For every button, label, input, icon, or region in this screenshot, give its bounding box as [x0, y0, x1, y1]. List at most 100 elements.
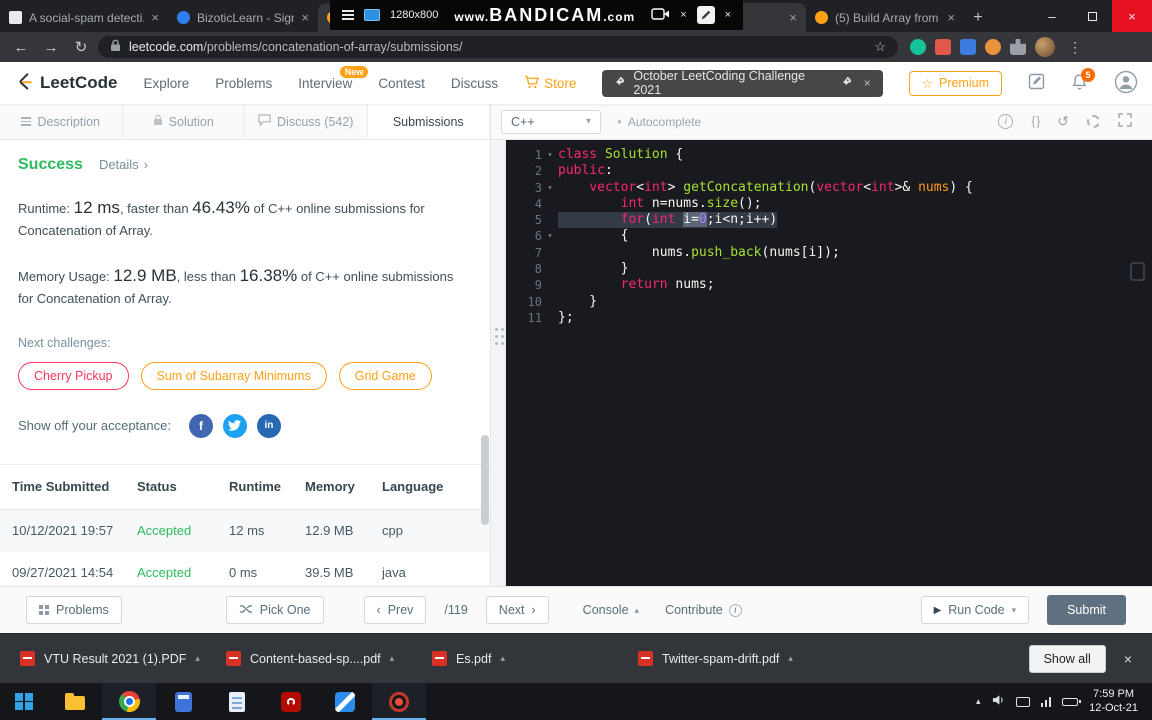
download-item[interactable]: Twitter-spam-drift.pdf ▴ [638, 651, 826, 666]
facebook-icon[interactable]: f [188, 413, 213, 438]
close-window-button[interactable]: × [1112, 0, 1152, 32]
minimize-button[interactable]: – [1032, 0, 1072, 32]
playground-icon[interactable] [1028, 73, 1045, 93]
code-line[interactable]: 8 } [506, 261, 1152, 277]
fold-arrow-icon[interactable]: ▾ [542, 228, 558, 244]
reset-code-icon[interactable]: ↺ [1057, 113, 1069, 130]
contribute-link[interactable]: Contribute i [665, 603, 742, 617]
acrobat-icon[interactable] [264, 683, 318, 720]
bookmark-star-icon[interactable]: ☆ [874, 39, 886, 55]
code-editor[interactable]: 1 ▾ class Solution {2 public: 3 ▾ vector<int>… [506, 140, 1152, 586]
submit-button[interactable]: Submit [1047, 595, 1126, 625]
address-bar[interactable]: leetcode.com/problems/concatenation-of-a… [98, 36, 898, 58]
tray-expand-icon[interactable]: ▴ [976, 696, 981, 707]
twitter-icon[interactable] [222, 413, 247, 438]
submission-row[interactable]: 10/12/2021 19:57 Accepted 12 ms 12.9 MB cpp [0, 509, 490, 552]
fold-arrow-icon[interactable]: ▾ [542, 147, 558, 163]
panel-scrollbar-thumb[interactable] [481, 435, 489, 525]
info-icon[interactable]: i [998, 114, 1014, 129]
back-button[interactable]: ← [8, 39, 34, 56]
download-item[interactable]: Es.pdf ▴ [432, 651, 620, 666]
camera-icon[interactable] [651, 6, 670, 24]
pick-one-button[interactable]: Pick One [225, 596, 324, 624]
submission-row[interactable]: 09/27/2021 14:54 Accepted 0 ms 39.5 MB java [0, 552, 490, 586]
browser-tab-1[interactable]: A social-spam detecti... × [0, 3, 168, 32]
code-line[interactable]: 4 int n=nums.size(); [506, 196, 1152, 212]
copy-code-icon[interactable] [1130, 262, 1145, 281]
download-item[interactable]: VTU Result 2021 (1).PDF ▴ [20, 651, 208, 666]
start-button[interactable] [0, 683, 48, 720]
tab-close-icon[interactable]: × [151, 11, 159, 24]
bandicam-recorder-icon[interactable] [372, 683, 426, 720]
hamburger-icon[interactable] [342, 10, 354, 20]
challenge-pill[interactable]: Grid Game [338, 361, 432, 390]
next-button[interactable]: Next › [485, 596, 549, 624]
tab-discuss[interactable]: Discuss (542) [245, 104, 368, 139]
download-menu-caret[interactable]: ▴ [195, 653, 200, 664]
close-downloads-icon[interactable]: × [1124, 651, 1132, 667]
browser-profile-avatar[interactable] [1035, 37, 1055, 57]
banner-close-icon[interactable]: × [864, 76, 871, 90]
code-line[interactable]: 6 ▾ { [506, 228, 1152, 244]
download-menu-caret[interactable]: ▴ [788, 653, 793, 664]
fullscreen-icon[interactable] [1118, 113, 1132, 130]
file-explorer-icon[interactable] [48, 683, 102, 720]
vscode-icon[interactable] [318, 683, 372, 720]
browser-tab-2[interactable]: BizoticLearn - Sign In × [168, 3, 318, 32]
extensions-puzzle-icon[interactable] [1010, 39, 1026, 55]
problems-button[interactable]: Problems [26, 596, 122, 624]
battery-icon[interactable] [1062, 697, 1081, 706]
details-link[interactable]: Details › [99, 157, 148, 172]
tab-close-icon[interactable]: × [789, 11, 797, 24]
chrome-icon[interactable] [102, 683, 156, 720]
taskbar-clock[interactable]: 7:59 PM 12-Oct-21 [1089, 688, 1138, 715]
new-tab-button[interactable]: + [964, 4, 992, 32]
browser-menu-icon[interactable]: ⋮ [1064, 39, 1086, 56]
settings-gear-icon[interactable] [1087, 115, 1100, 128]
challenge-pill[interactable]: Sum of Subarray Minimums [140, 361, 327, 390]
submission-cell[interactable]: Accepted [137, 523, 229, 538]
nav-interview[interactable]: Interview New [298, 65, 369, 91]
tab-solution[interactable]: Solution [123, 104, 245, 139]
nav-explore[interactable]: Explore [143, 76, 189, 91]
code-line[interactable]: 2 public: [506, 163, 1152, 179]
submission-cell[interactable]: Accepted [137, 565, 229, 580]
user-avatar[interactable] [1114, 70, 1138, 97]
download-item[interactable]: Content-based-sp....pdf ▴ [226, 651, 414, 666]
prev-button[interactable]: ‹ Prev [363, 596, 427, 624]
signal-icon[interactable] [1040, 696, 1052, 707]
reload-button[interactable]: ↻ [68, 38, 94, 56]
download-menu-caret[interactable]: ▴ [500, 653, 505, 664]
download-menu-caret[interactable]: ▴ [390, 653, 395, 664]
console-toggle[interactable]: Console ▴ [583, 603, 639, 617]
code-line[interactable]: 9 return nums; [506, 277, 1152, 293]
pencil-icon[interactable] [696, 6, 715, 24]
panel-resize-divider[interactable] [490, 140, 506, 586]
code-line[interactable]: 7 nums.push_back(nums[i]); [506, 245, 1152, 261]
fold-arrow-icon[interactable]: ▾ [542, 180, 558, 196]
document-app-icon[interactable] [210, 683, 264, 720]
challenge-pill[interactable]: Cherry Pickup [18, 361, 129, 390]
code-line[interactable]: 5 for(int i=0;i<n;i++) [506, 212, 1152, 229]
challenge-banner[interactable]: October LeetCoding Challenge 2021 × [602, 69, 883, 97]
maximize-button[interactable] [1072, 0, 1112, 32]
extension-orange-icon[interactable] [985, 39, 1001, 55]
volume-icon[interactable] [992, 694, 1005, 709]
network-icon[interactable] [1015, 696, 1030, 707]
language-select[interactable]: C++ ▾ [501, 109, 601, 134]
forward-button[interactable]: → [38, 39, 64, 56]
code-line[interactable]: 10 } [506, 294, 1152, 310]
run-code-button[interactable]: ▶ Run Code ▾ [920, 596, 1030, 624]
tab-close-icon[interactable]: × [301, 11, 309, 24]
close-icon[interactable]: × [725, 9, 731, 21]
code-line[interactable]: 1 ▾ class Solution { [506, 147, 1152, 163]
tab-close-icon[interactable]: × [947, 11, 955, 24]
code-line[interactable]: 11}; [506, 310, 1152, 326]
format-braces-icon[interactable]: { } [1031, 116, 1040, 128]
close-icon[interactable]: × [680, 9, 686, 21]
tab-submissions[interactable]: Submissions [367, 104, 490, 139]
notifications-bell[interactable]: 5 [1071, 67, 1095, 94]
extension-green-icon[interactable] [910, 39, 926, 55]
nav-store[interactable]: Store [524, 75, 576, 92]
nav-discuss[interactable]: Discuss [451, 76, 498, 91]
